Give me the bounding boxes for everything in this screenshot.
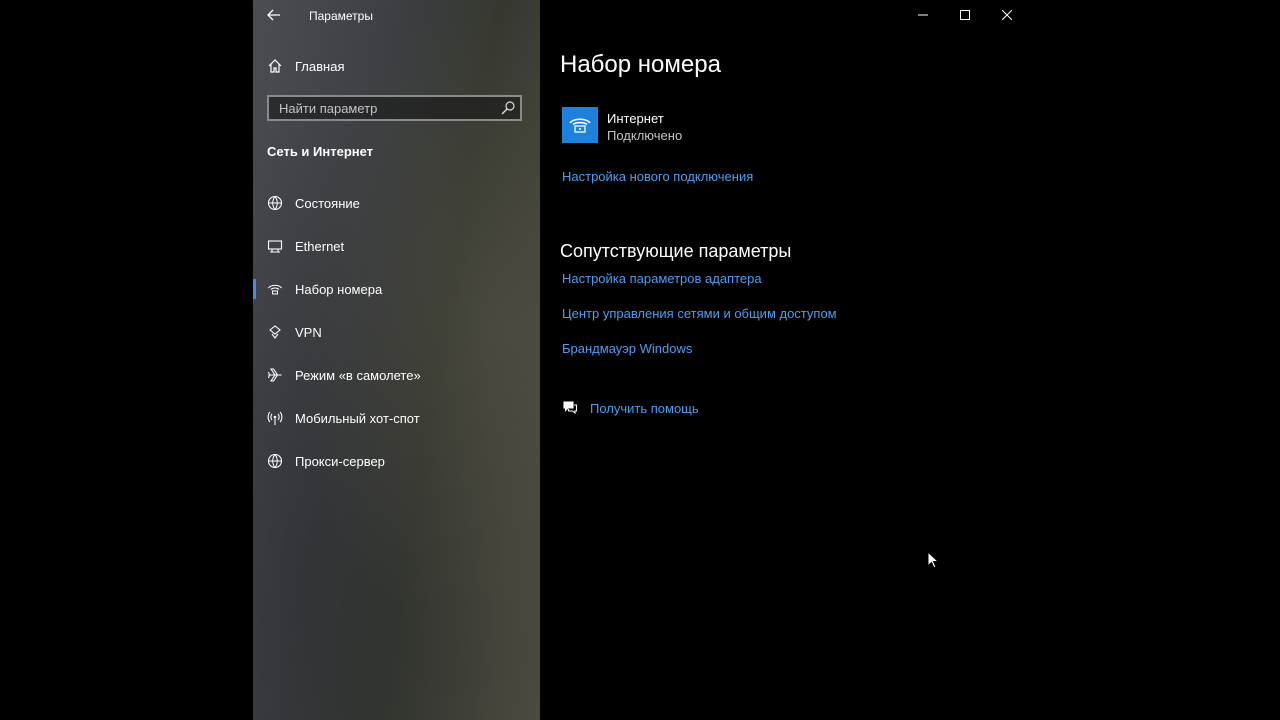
maximize-icon (960, 10, 970, 20)
close-button[interactable] (986, 0, 1028, 30)
close-icon (1002, 10, 1012, 20)
help-chat-icon (563, 401, 578, 415)
back-button[interactable] (261, 4, 287, 26)
phone-icon (569, 118, 591, 133)
dialup-icon (267, 281, 283, 297)
app-title: Параметры (309, 9, 373, 23)
ethernet-icon (267, 238, 283, 254)
minimize-icon (918, 14, 928, 16)
settings-window: Параметры Главная Сеть и Интернет (253, 0, 1028, 720)
new-connection-link[interactable]: Настройка нового подключения (562, 169, 753, 184)
page-title: Набор номера (560, 51, 721, 78)
sidebar-item-status[interactable]: Состояние (253, 185, 540, 221)
back-arrow-icon (267, 9, 280, 21)
sidebar-item-vpn[interactable]: VPN (253, 314, 540, 350)
globe-icon (267, 453, 283, 469)
sidebar-item-ethernet[interactable]: Ethernet (253, 228, 540, 264)
globe-status-icon (267, 195, 283, 211)
sidebar-item-label: VPN (295, 324, 322, 340)
vpn-icon (267, 324, 283, 340)
sidebar-item-home[interactable]: Главная (253, 48, 540, 84)
connection-tile[interactable] (562, 107, 598, 143)
sidebar-item-label: Главная (295, 58, 345, 74)
airplane-icon (267, 367, 283, 383)
connection-status: Подключено (607, 128, 683, 143)
firewall-link[interactable]: Брандмауэр Windows (562, 341, 692, 356)
sidebar-item-label: Набор номера (295, 281, 383, 297)
search-icon[interactable] (500, 100, 516, 116)
sidebar-item-proxy[interactable]: Прокси-сервер (253, 443, 540, 479)
sidebar-item-label: Ethernet (295, 238, 345, 254)
hotspot-icon (267, 410, 283, 426)
sidebar: Параметры Главная Сеть и Интернет (253, 0, 540, 720)
mouse-cursor-icon (927, 551, 939, 569)
connection-name[interactable]: Интернет (607, 111, 664, 126)
related-settings-title: Сопутствующие параметры (560, 241, 792, 261)
home-icon (267, 58, 283, 74)
sidebar-item-label: Состояние (295, 195, 360, 211)
sidebar-item-label: Режим «в самолете» (295, 367, 421, 383)
sidebar-item-airplane[interactable]: Режим «в самолете» (253, 357, 540, 393)
sidebar-item-label: Прокси-сервер (295, 453, 385, 469)
maximize-button[interactable] (944, 0, 986, 30)
sidebar-item-dialup[interactable]: Набор номера (253, 271, 540, 307)
search-box (267, 95, 522, 121)
adapter-settings-link[interactable]: Настройка параметров адаптера (562, 271, 762, 286)
caption-buttons (902, 0, 1028, 30)
section-title: Сеть и Интернет (267, 144, 374, 159)
search-input[interactable] (269, 97, 499, 119)
network-center-link[interactable]: Центр управления сетями и общим доступом (562, 306, 837, 321)
sidebar-item-hotspot[interactable]: Мобильный хот-спот (253, 400, 540, 436)
sidebar-item-label: Мобильный хот-спот (295, 410, 420, 426)
main-content: Набор номера Интернет Подключено Настрой… (560, 0, 1028, 720)
get-help-link[interactable]: Получить помощь (590, 401, 699, 416)
minimize-button[interactable] (902, 0, 944, 30)
